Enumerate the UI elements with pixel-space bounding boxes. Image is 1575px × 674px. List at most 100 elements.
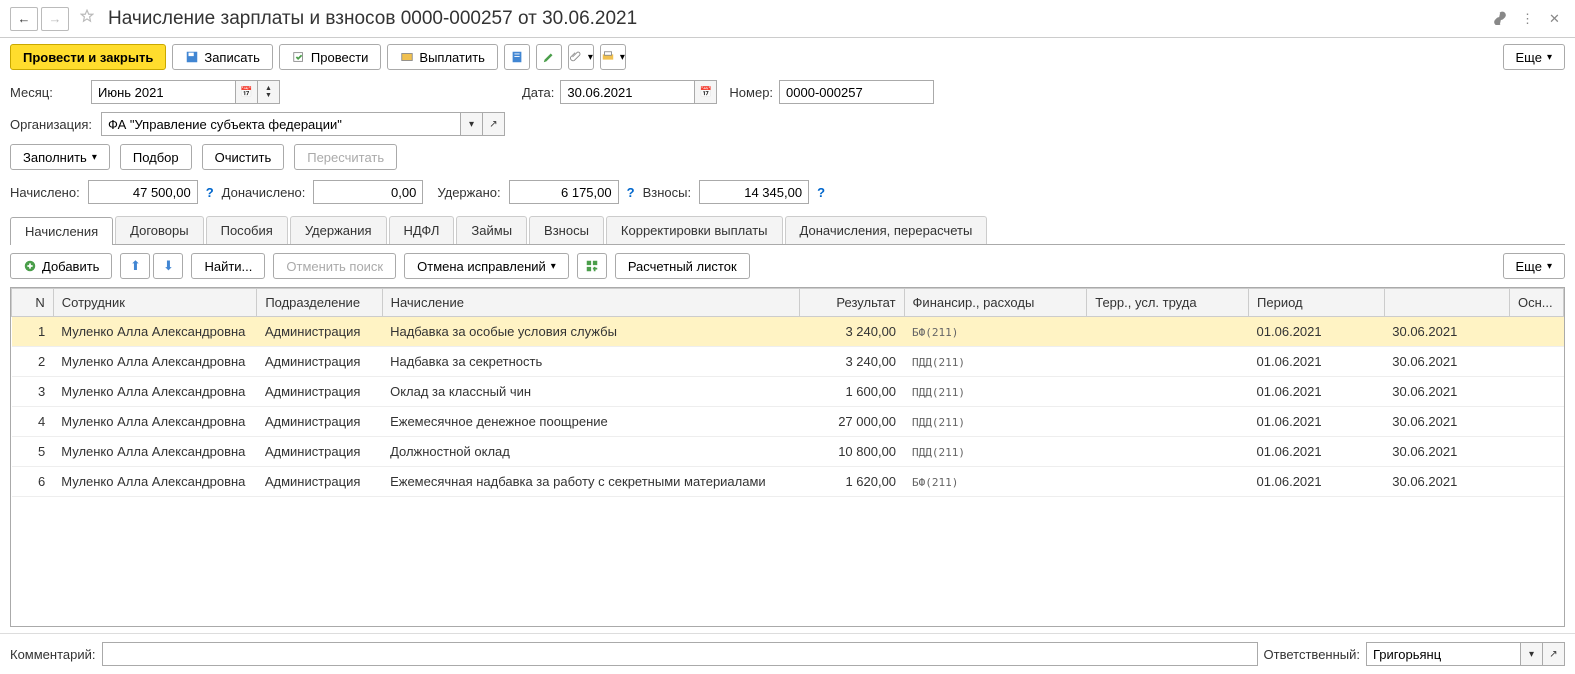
- nav-forward-button[interactable]: →: [41, 7, 69, 31]
- accruals-table: N Сотрудник Подразделение Начисление Рез…: [11, 288, 1564, 497]
- col-employee[interactable]: Сотрудник: [53, 289, 257, 317]
- find-button[interactable]: Найти...: [191, 253, 265, 279]
- grid-settings-button[interactable]: [577, 253, 607, 279]
- cell-financing: ПДД(211): [904, 437, 1087, 467]
- more-vertical-icon[interactable]: ⋮: [1521, 11, 1537, 27]
- cell-basis: [1510, 437, 1564, 467]
- comment-label: Комментарий:: [10, 647, 96, 662]
- tab-corrections[interactable]: Корректировки выплаты: [606, 216, 783, 244]
- month-input[interactable]: [91, 80, 236, 104]
- add-label: Добавить: [42, 259, 99, 274]
- table-row[interactable]: 1 Муленко Алла Александровна Администрац…: [12, 317, 1564, 347]
- responsible-label: Ответственный:: [1264, 647, 1360, 662]
- cell-employee: Муленко Алла Александровна: [53, 467, 257, 497]
- favorite-star-icon[interactable]: [80, 9, 100, 29]
- move-down-button[interactable]: ⬇: [153, 253, 183, 279]
- tab-contracts[interactable]: Договоры: [115, 216, 203, 244]
- org-open-icon[interactable]: ↗: [483, 112, 505, 136]
- more-button[interactable]: Еще: [1503, 44, 1565, 70]
- org-dropdown-icon[interactable]: ▾: [461, 112, 483, 136]
- org-input[interactable]: [101, 112, 461, 136]
- date-calendar-icon[interactable]: 📅: [695, 80, 717, 104]
- print-button[interactable]: [600, 44, 626, 70]
- cell-accrual: Надбавка за особые условия службы: [382, 317, 800, 347]
- col-territory[interactable]: Терр., усл. труда: [1087, 289, 1249, 317]
- cell-employee: Муленко Алла Александровна: [53, 347, 257, 377]
- cell-result: 1 620,00: [800, 467, 904, 497]
- cell-n: 5: [12, 437, 54, 467]
- col-accrual[interactable]: Начисление: [382, 289, 800, 317]
- pick-button[interactable]: Подбор: [120, 144, 192, 170]
- add-row-button[interactable]: Добавить: [10, 253, 112, 279]
- accrued-help-icon[interactable]: ?: [206, 185, 214, 200]
- cell-period-end: 30.06.2021: [1384, 437, 1509, 467]
- tab-more-button[interactable]: Еще: [1503, 253, 1565, 279]
- link-icon[interactable]: [1493, 11, 1509, 27]
- cancel-fix-button[interactable]: Отмена исправлений: [404, 253, 569, 279]
- edit-button[interactable]: [536, 44, 562, 70]
- table-row[interactable]: 6 Муленко Алла Александровна Администрац…: [12, 467, 1564, 497]
- cell-territory: [1087, 407, 1249, 437]
- col-department[interactable]: Подразделение: [257, 289, 382, 317]
- report-button[interactable]: [504, 44, 530, 70]
- cell-period-start: 01.06.2021: [1249, 407, 1385, 437]
- attachment-button[interactable]: [568, 44, 594, 70]
- extra-value[interactable]: [313, 180, 423, 204]
- cell-period-start: 01.06.2021: [1249, 317, 1385, 347]
- col-result[interactable]: Результат: [800, 289, 904, 317]
- comment-input[interactable]: [102, 642, 1258, 666]
- withheld-help-icon[interactable]: ?: [627, 185, 635, 200]
- cell-result: 27 000,00: [800, 407, 904, 437]
- cell-result: 3 240,00: [800, 347, 904, 377]
- contrib-help-icon[interactable]: ?: [817, 185, 825, 200]
- cell-basis: [1510, 467, 1564, 497]
- tab-ndfl[interactable]: НДФЛ: [389, 216, 455, 244]
- cell-n: 6: [12, 467, 54, 497]
- pay-button[interactable]: Выплатить: [387, 44, 498, 70]
- post-button[interactable]: Провести: [279, 44, 382, 70]
- tabs: Начисления Договоры Пособия Удержания НД…: [10, 216, 1565, 245]
- cell-territory: [1087, 347, 1249, 377]
- clear-button[interactable]: Очистить: [202, 144, 285, 170]
- tab-recalc[interactable]: Доначисления, перерасчеты: [785, 216, 988, 244]
- close-icon[interactable]: ✕: [1549, 11, 1565, 27]
- cell-accrual: Надбавка за секретность: [382, 347, 800, 377]
- withheld-value[interactable]: [509, 180, 619, 204]
- number-input[interactable]: [779, 80, 934, 104]
- post-and-close-button[interactable]: Провести и закрыть: [10, 44, 166, 70]
- tab-loans[interactable]: Займы: [456, 216, 527, 244]
- month-stepper[interactable]: ▲▼: [258, 80, 280, 104]
- payslip-button[interactable]: Расчетный листок: [615, 253, 750, 279]
- cell-department: Администрация: [257, 467, 382, 497]
- cell-accrual: Ежемесячная надбавка за работу с секретн…: [382, 467, 800, 497]
- contrib-value[interactable]: [699, 180, 809, 204]
- tab-accruals[interactable]: Начисления: [10, 217, 113, 245]
- save-button[interactable]: Записать: [172, 44, 273, 70]
- col-period-end[interactable]: [1384, 289, 1509, 317]
- responsible-input[interactable]: [1366, 642, 1521, 666]
- nav-back-button[interactable]: ←: [10, 7, 38, 31]
- cell-period-end: 30.06.2021: [1384, 317, 1509, 347]
- tab-contributions[interactable]: Взносы: [529, 216, 604, 244]
- col-period[interactable]: Период: [1249, 289, 1385, 317]
- table-row[interactable]: 2 Муленко Алла Александровна Администрац…: [12, 347, 1564, 377]
- table-row[interactable]: 5 Муленко Алла Александровна Администрац…: [12, 437, 1564, 467]
- accrued-value[interactable]: [88, 180, 198, 204]
- date-input[interactable]: [560, 80, 695, 104]
- cell-accrual: Оклад за классный чин: [382, 377, 800, 407]
- tab-benefits[interactable]: Пособия: [206, 216, 288, 244]
- cell-period-end: 30.06.2021: [1384, 347, 1509, 377]
- post-label: Провести: [311, 50, 369, 65]
- tab-deductions[interactable]: Удержания: [290, 216, 387, 244]
- cell-financing: БФ(211): [904, 317, 1087, 347]
- table-row[interactable]: 3 Муленко Алла Александровна Администрац…: [12, 377, 1564, 407]
- responsible-dropdown-icon[interactable]: ▾: [1521, 642, 1543, 666]
- calendar-icon[interactable]: 📅: [236, 80, 258, 104]
- table-row[interactable]: 4 Муленко Алла Александровна Администрац…: [12, 407, 1564, 437]
- col-financing[interactable]: Финансир., расходы: [904, 289, 1087, 317]
- responsible-open-icon[interactable]: ↗: [1543, 642, 1565, 666]
- fill-button[interactable]: Заполнить: [10, 144, 110, 170]
- col-basis[interactable]: Осн...: [1510, 289, 1564, 317]
- col-n[interactable]: N: [12, 289, 54, 317]
- move-up-button[interactable]: ⬆: [120, 253, 150, 279]
